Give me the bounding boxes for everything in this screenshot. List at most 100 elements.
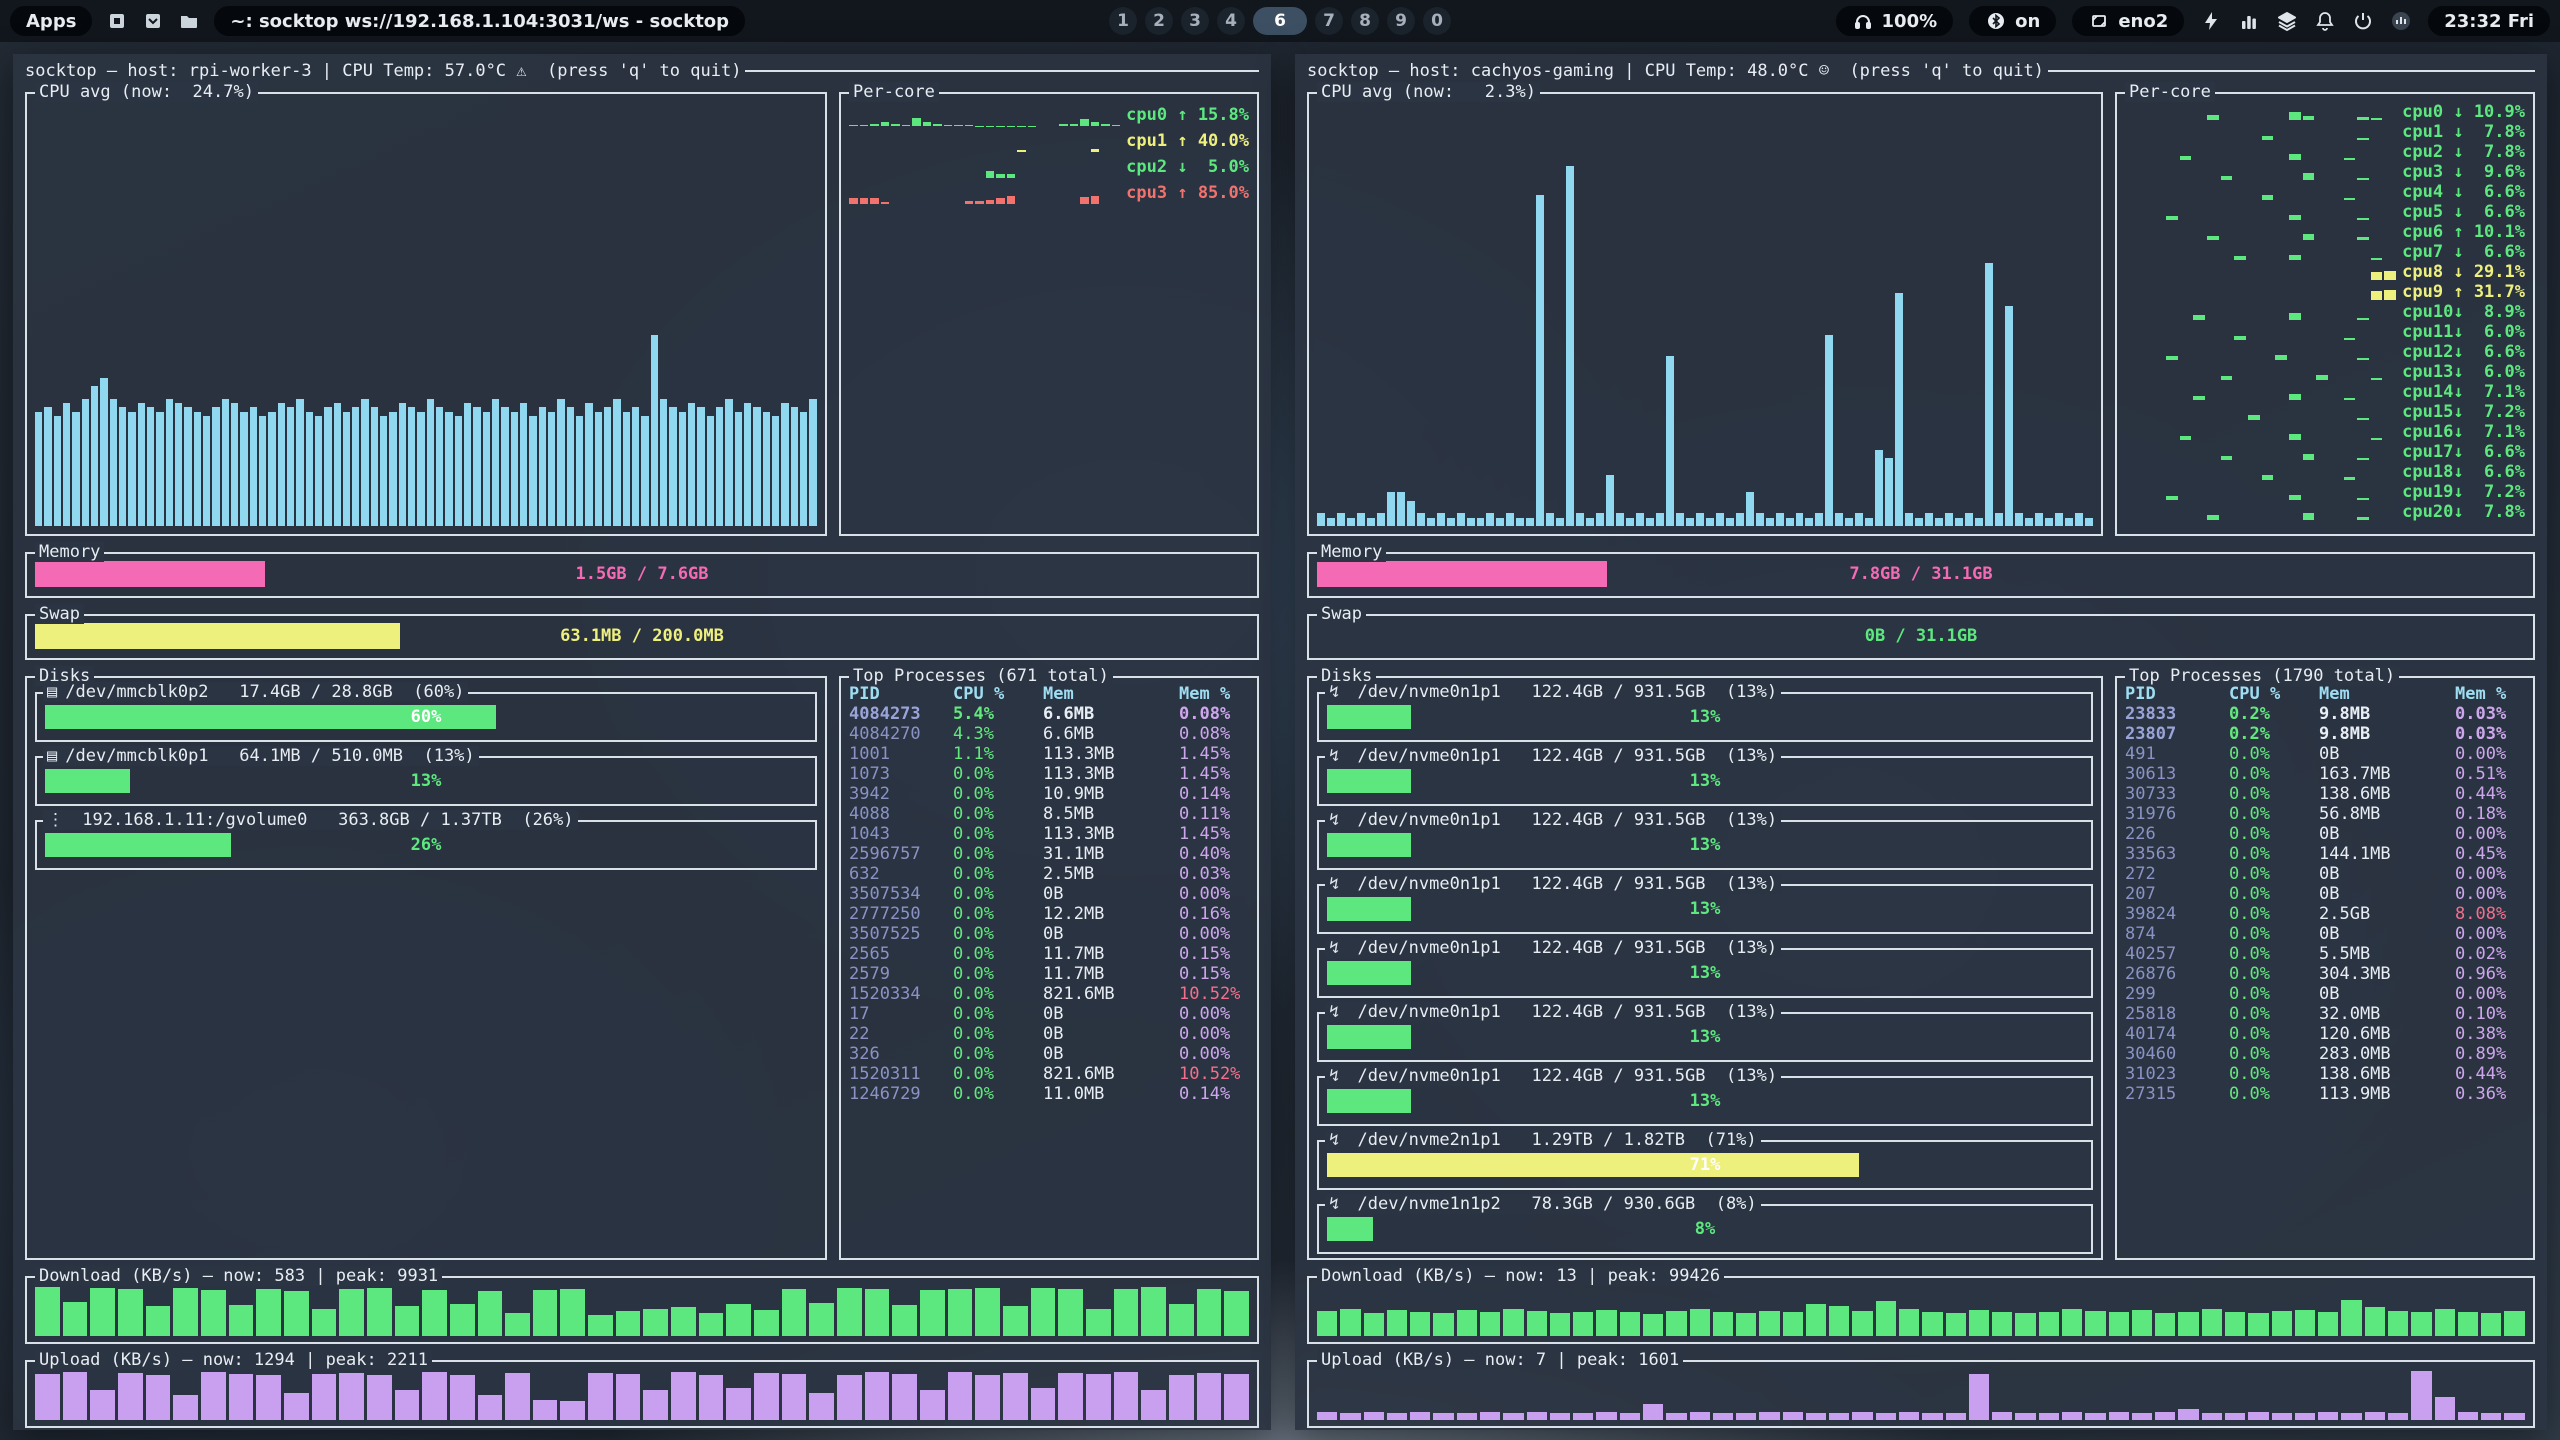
chart-bar (1503, 1309, 1523, 1336)
terminal-window-left[interactable]: socktop — host: rpi-worker-3 | CPU Temp:… (13, 54, 1271, 1430)
chart-bar (1876, 1413, 1896, 1420)
workspace-button-0[interactable]: 0 (1423, 7, 1451, 35)
core-label: cpu1 ↓ 7.8% (2402, 122, 2525, 142)
chart-bar (128, 412, 135, 526)
chart-bar (809, 399, 816, 526)
window-icon[interactable] (106, 10, 128, 32)
notifications-bell-icon[interactable] (2314, 10, 2336, 32)
chart-bar (1058, 1289, 1083, 1336)
clock-pill[interactable]: 23:32 Fri (2428, 6, 2550, 36)
chart-bar (1169, 1375, 1194, 1420)
workspace-button-6[interactable]: 6 (1253, 7, 1307, 35)
process-row: 10011.1%113.3MB1.45% (849, 744, 1249, 764)
chart-bar (1915, 518, 1923, 526)
chart-bar (1031, 1288, 1056, 1336)
chart-bar (259, 416, 266, 526)
chart-bar (2225, 1312, 2245, 1336)
workspace-button-7[interactable]: 7 (1315, 7, 1343, 35)
chart-bar (560, 1289, 585, 1336)
chart-bar (726, 1304, 751, 1336)
chart-bar (2015, 1413, 2035, 1420)
workspace-button-9[interactable]: 9 (1387, 7, 1415, 35)
upload-title: Upload (KB/s) — now: 1294 | peak: 2211 (35, 1350, 432, 1370)
volume-pill[interactable]: 100% (1836, 6, 1954, 36)
nvme-icon: ↯ (1329, 1002, 1339, 1022)
chart-bar (445, 412, 452, 526)
headphones-icon (1852, 10, 1874, 32)
chart-bar (2341, 1300, 2361, 1336)
chart-bar (339, 1289, 364, 1336)
chart-bar (334, 403, 341, 526)
power-icon[interactable] (2352, 10, 2374, 32)
terminal-title-left: socktop — host: rpi-worker-3 | CPU Temp:… (25, 58, 1259, 84)
upload-title: Upload (KB/s) — now: 7 | peak: 1601 (1317, 1350, 1683, 1370)
workspace-button-2[interactable]: 2 (1145, 7, 1173, 35)
chart-bar (1114, 1289, 1139, 1336)
chart-bar (1566, 166, 1574, 526)
download-title: Download (KB/s) — now: 583 | peak: 9931 (35, 1266, 442, 1286)
disk-usage-text: /dev/nvme0n1p1 122.4GB / 931.5GB (13%) (1347, 938, 1777, 958)
apps-button[interactable]: Apps (10, 6, 92, 36)
chart-bar (91, 386, 98, 526)
core-row: cpu10↓ 8.9% (2125, 302, 2525, 322)
upload-chart (35, 1368, 1249, 1420)
chart-bar (2062, 1412, 2082, 1420)
workspace-button-4[interactable]: 4 (1217, 7, 1245, 35)
chart-bar (1550, 1413, 1570, 1420)
stats-icon[interactable] (2238, 10, 2260, 32)
network-pill[interactable]: eno2 (2072, 6, 2184, 36)
core-label: cpu2 ↓ 5.0% (1126, 157, 1249, 177)
core-label: cpu2 ↓ 7.8% (2402, 142, 2525, 162)
terminal-window-right[interactable]: socktop — host: cachyos-gaming | CPU Tem… (1295, 54, 2547, 1430)
disk-label: ⋮ 192.168.1.11:/gvolume0 363.8GB / 1.37T… (43, 810, 578, 830)
layers-icon[interactable] (2276, 10, 2298, 32)
bluetooth-pill[interactable]: on (1969, 6, 2056, 36)
process-row: 12467290.0%11.0MB0.14% (849, 1084, 1249, 1104)
chart-bar (2085, 1413, 2105, 1420)
chart-bar (256, 1375, 281, 1420)
workspace-button-8[interactable]: 8 (1351, 7, 1379, 35)
workspace-button-3[interactable]: 3 (1181, 7, 1209, 35)
usage-text: 63.1MB / 200.0MB (27, 623, 1257, 649)
core-sparkline (2125, 122, 2396, 142)
chart-bar (1327, 518, 1335, 526)
workspace-button-1[interactable]: 1 (1109, 7, 1137, 35)
chart-bar (1829, 1306, 1849, 1336)
chart-bar (35, 412, 42, 526)
chart-bar (1387, 1310, 1407, 1336)
core-row: cpu0 ↓ 10.9% (2125, 102, 2525, 122)
chart-bar (1975, 518, 1983, 526)
chart-bar (1340, 1413, 1360, 1420)
folder-icon[interactable] (178, 10, 200, 32)
task-button[interactable]: ~: socktop ws://192.168.1.104:3031/ws - … (214, 6, 745, 36)
top-processes-title: Top Processes (671 total) (849, 666, 1113, 686)
process-table: PIDCPU %MemMem %238330.2%9.8MB0.03%23807… (2125, 684, 2525, 1252)
disk-usage-text: /dev/nvme0n1p1 122.4GB / 931.5GB (13%) (1347, 1066, 1777, 1086)
chart-bar (809, 1303, 834, 1336)
core-row: cpu2 ↓ 7.8% (2125, 142, 2525, 162)
chart-bar (478, 1395, 503, 1420)
core-row: cpu5 ↓ 6.6% (2125, 202, 2525, 222)
chart-bar (2365, 1307, 2385, 1336)
chart-bar (548, 412, 555, 526)
process-row: 40842704.3%6.6MB0.08% (849, 724, 1249, 744)
dropdown-icon[interactable] (142, 10, 164, 32)
chart-bar (156, 412, 163, 526)
core-sparkline (2125, 342, 2396, 362)
core-sparkline (2125, 282, 2396, 302)
chart-bar (2015, 1313, 2035, 1336)
disk-entry: ↯ /dev/nvme0n1p1 122.4GB / 931.5GB (13%)… (1317, 820, 2093, 870)
chart-bar (1620, 1312, 1640, 1336)
per-core-title: Per-core (2125, 82, 2215, 102)
core-label: cpu13↓ 6.0% (2402, 362, 2525, 382)
chart-bar (1086, 1309, 1111, 1336)
chart-bar (1895, 293, 1903, 526)
cpu-avg-chart (35, 102, 817, 526)
chart-bar (100, 378, 107, 526)
power-profile-icon[interactable] (2200, 10, 2222, 32)
usage-monitor-icon[interactable] (2390, 10, 2412, 32)
chart-bar (367, 1375, 392, 1420)
chart-bar (623, 412, 630, 526)
chart-bar (324, 407, 331, 526)
core-row: cpu20↓ 7.8% (2125, 502, 2525, 522)
